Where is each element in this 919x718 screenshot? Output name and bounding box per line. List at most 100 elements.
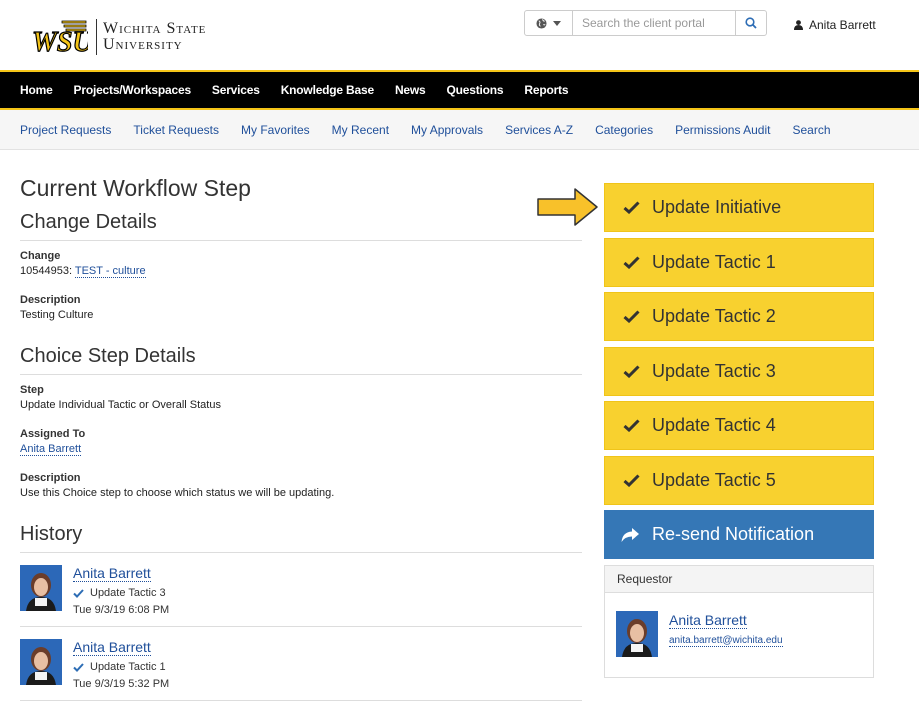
nav-home[interactable]: Home bbox=[20, 83, 53, 97]
avatar bbox=[20, 565, 62, 611]
change-link[interactable]: TEST - culture bbox=[74, 265, 146, 278]
check-icon bbox=[623, 255, 640, 269]
history-item: Anita Barrett Update Tactic 1 Tue 9/3/19… bbox=[20, 627, 582, 701]
wsu-logo-icon: WSU bbox=[31, 20, 88, 57]
search-button[interactable] bbox=[735, 11, 766, 35]
subnav-my-favorites[interactable]: My Favorites bbox=[241, 123, 310, 137]
requestor-heading: Requestor bbox=[605, 566, 873, 593]
university-logo[interactable]: WSU Wichita State University bbox=[30, 17, 206, 57]
secondary-nav: Project Requests Ticket Requests My Favo… bbox=[0, 110, 919, 150]
search-scope-dropdown[interactable] bbox=[525, 11, 573, 35]
check-icon bbox=[623, 310, 640, 323]
primary-nav: Home Projects/Workspaces Services Knowle… bbox=[0, 70, 919, 110]
requestor-panel: Requestor Anita Barrett anita.barrett@wi… bbox=[604, 565, 874, 678]
search-input[interactable] bbox=[573, 11, 735, 35]
assigned-value: Anita Barrett bbox=[20, 442, 582, 457]
history-step: Update Tactic 1 bbox=[73, 661, 169, 673]
check-icon bbox=[73, 588, 84, 598]
choice-label: Update Tactic 1 bbox=[652, 251, 776, 272]
subnav-ticket-requests[interactable]: Ticket Requests bbox=[133, 123, 219, 137]
subnav-my-approvals[interactable]: My Approvals bbox=[411, 123, 483, 137]
resend-label: Re-send Notification bbox=[652, 524, 815, 544]
history-body: Anita Barrett Update Tactic 3 Tue 9/3/19… bbox=[73, 565, 169, 616]
user-name: Anita Barrett bbox=[809, 18, 876, 32]
history-user-link[interactable]: Anita Barrett bbox=[73, 639, 151, 656]
check-icon bbox=[623, 419, 640, 432]
choice-label: Update Initiative bbox=[652, 197, 782, 217]
nav-projects-workspaces[interactable]: Projects/Workspaces bbox=[74, 83, 192, 97]
nav-services[interactable]: Services bbox=[212, 83, 260, 97]
history-timestamp: Tue 9/3/19 5:32 PM bbox=[73, 678, 170, 690]
university-line-2: University bbox=[103, 36, 183, 53]
subnav-categories[interactable]: Categories bbox=[595, 123, 653, 137]
nav-news[interactable]: News bbox=[395, 83, 426, 97]
change-field: Change 10544953: TEST - culture bbox=[20, 249, 582, 279]
check-icon bbox=[73, 662, 84, 672]
choice-update-tactic-5-button[interactable]: Update Tactic 5 bbox=[604, 455, 874, 505]
choice-description-field: Description Use this Choice step to choo… bbox=[20, 471, 582, 501]
change-id: 10544953: bbox=[20, 265, 72, 277]
choice-label: Update Tactic 5 bbox=[652, 469, 776, 490]
subnav-services-a-z[interactable]: Services A-Z bbox=[505, 123, 573, 137]
nav-reports[interactable]: Reports bbox=[524, 83, 568, 97]
share-arrow-icon bbox=[621, 527, 639, 542]
choice-description-label: Description bbox=[20, 472, 81, 484]
pointer-arrow-icon bbox=[537, 188, 598, 226]
choice-update-initiative-button[interactable]: Update Initiative bbox=[604, 183, 874, 232]
step-label: Step bbox=[20, 384, 44, 396]
page-title: Current Workflow Step bbox=[20, 175, 251, 201]
choice-label: Update Tactic 2 bbox=[652, 306, 776, 326]
subnav-permissions-audit[interactable]: Permissions Audit bbox=[675, 123, 770, 137]
history-step: Update Tactic 3 bbox=[73, 587, 169, 599]
check-icon bbox=[623, 364, 640, 378]
change-value: 10544953: TEST - culture bbox=[20, 264, 582, 279]
user-icon bbox=[794, 20, 803, 30]
choice-update-tactic-1-button[interactable]: Update Tactic 1 bbox=[604, 237, 874, 287]
change-details-heading: Change Details bbox=[20, 211, 582, 241]
step-field: Step Update Individual Tactic or Overall… bbox=[20, 383, 582, 413]
logo-mark-text: WSU bbox=[32, 27, 88, 57]
change-description-field: Description Testing Culture bbox=[20, 293, 582, 323]
globe-icon bbox=[536, 17, 547, 29]
caret-down-icon bbox=[553, 20, 561, 26]
requestor-email-link[interactable]: anita.barrett@wichita.edu bbox=[669, 635, 783, 647]
subnav-search[interactable]: Search bbox=[792, 123, 830, 137]
university-name: Wichita State University bbox=[103, 21, 206, 53]
resend-notification-button[interactable]: Re-send Notification bbox=[604, 510, 874, 559]
change-description-value: Testing Culture bbox=[20, 309, 94, 321]
history-item: Anita Barrett Update Tactic 3 Tue 9/3/19… bbox=[20, 553, 582, 627]
university-line-1: Wichita State bbox=[103, 20, 207, 37]
choice-step-heading: Choice Step Details bbox=[20, 345, 582, 375]
step-value: Update Individual Tactic or Overall Stat… bbox=[20, 399, 221, 411]
assigned-field: Assigned To Anita Barrett bbox=[20, 427, 582, 457]
history-body: Anita Barrett Update Tactic 1 Tue 9/3/19… bbox=[73, 639, 169, 690]
nav-knowledge-base[interactable]: Knowledge Base bbox=[281, 83, 374, 97]
avatar bbox=[20, 639, 62, 685]
subnav-project-requests[interactable]: Project Requests bbox=[20, 123, 111, 137]
history-step-label: Update Tactic 1 bbox=[90, 661, 166, 673]
nav-questions[interactable]: Questions bbox=[447, 83, 504, 97]
assigned-user-link[interactable]: Anita Barrett bbox=[20, 443, 82, 456]
requestor-info: Anita Barrett anita.barrett@wichita.edu bbox=[669, 611, 783, 657]
requestor-name-link[interactable]: Anita Barrett bbox=[669, 612, 747, 629]
history-step-label: Update Tactic 3 bbox=[90, 587, 166, 599]
choice-label: Update Tactic 3 bbox=[652, 360, 776, 381]
search-icon bbox=[745, 17, 757, 29]
assigned-label: Assigned To bbox=[20, 428, 86, 440]
change-description-label: Description bbox=[20, 294, 81, 306]
site-header: WSU Wichita State University A bbox=[0, 0, 919, 70]
requestor-body: Anita Barrett anita.barrett@wichita.edu bbox=[605, 593, 873, 677]
choice-update-tactic-2-button[interactable]: Update Tactic 2 bbox=[604, 292, 874, 341]
user-menu[interactable]: Anita Barrett bbox=[794, 18, 876, 32]
choice-panel: Update Initiative Update Tactic 1 Update… bbox=[604, 183, 874, 678]
check-icon bbox=[623, 201, 640, 214]
choice-update-tactic-3-button[interactable]: Update Tactic 3 bbox=[604, 346, 874, 396]
choice-label: Update Tactic 4 bbox=[652, 415, 776, 435]
choice-description-value: Use this Choice step to choose which sta… bbox=[20, 487, 335, 499]
change-label: Change bbox=[20, 250, 61, 262]
history-user-link[interactable]: Anita Barrett bbox=[73, 565, 151, 582]
choice-update-tactic-4-button[interactable]: Update Tactic 4 bbox=[604, 401, 874, 450]
history-timestamp: Tue 9/3/19 6:08 PM bbox=[73, 604, 170, 616]
main-content: Current Workflow Step Change Details Cha… bbox=[20, 168, 582, 701]
subnav-my-recent[interactable]: My Recent bbox=[332, 123, 389, 137]
